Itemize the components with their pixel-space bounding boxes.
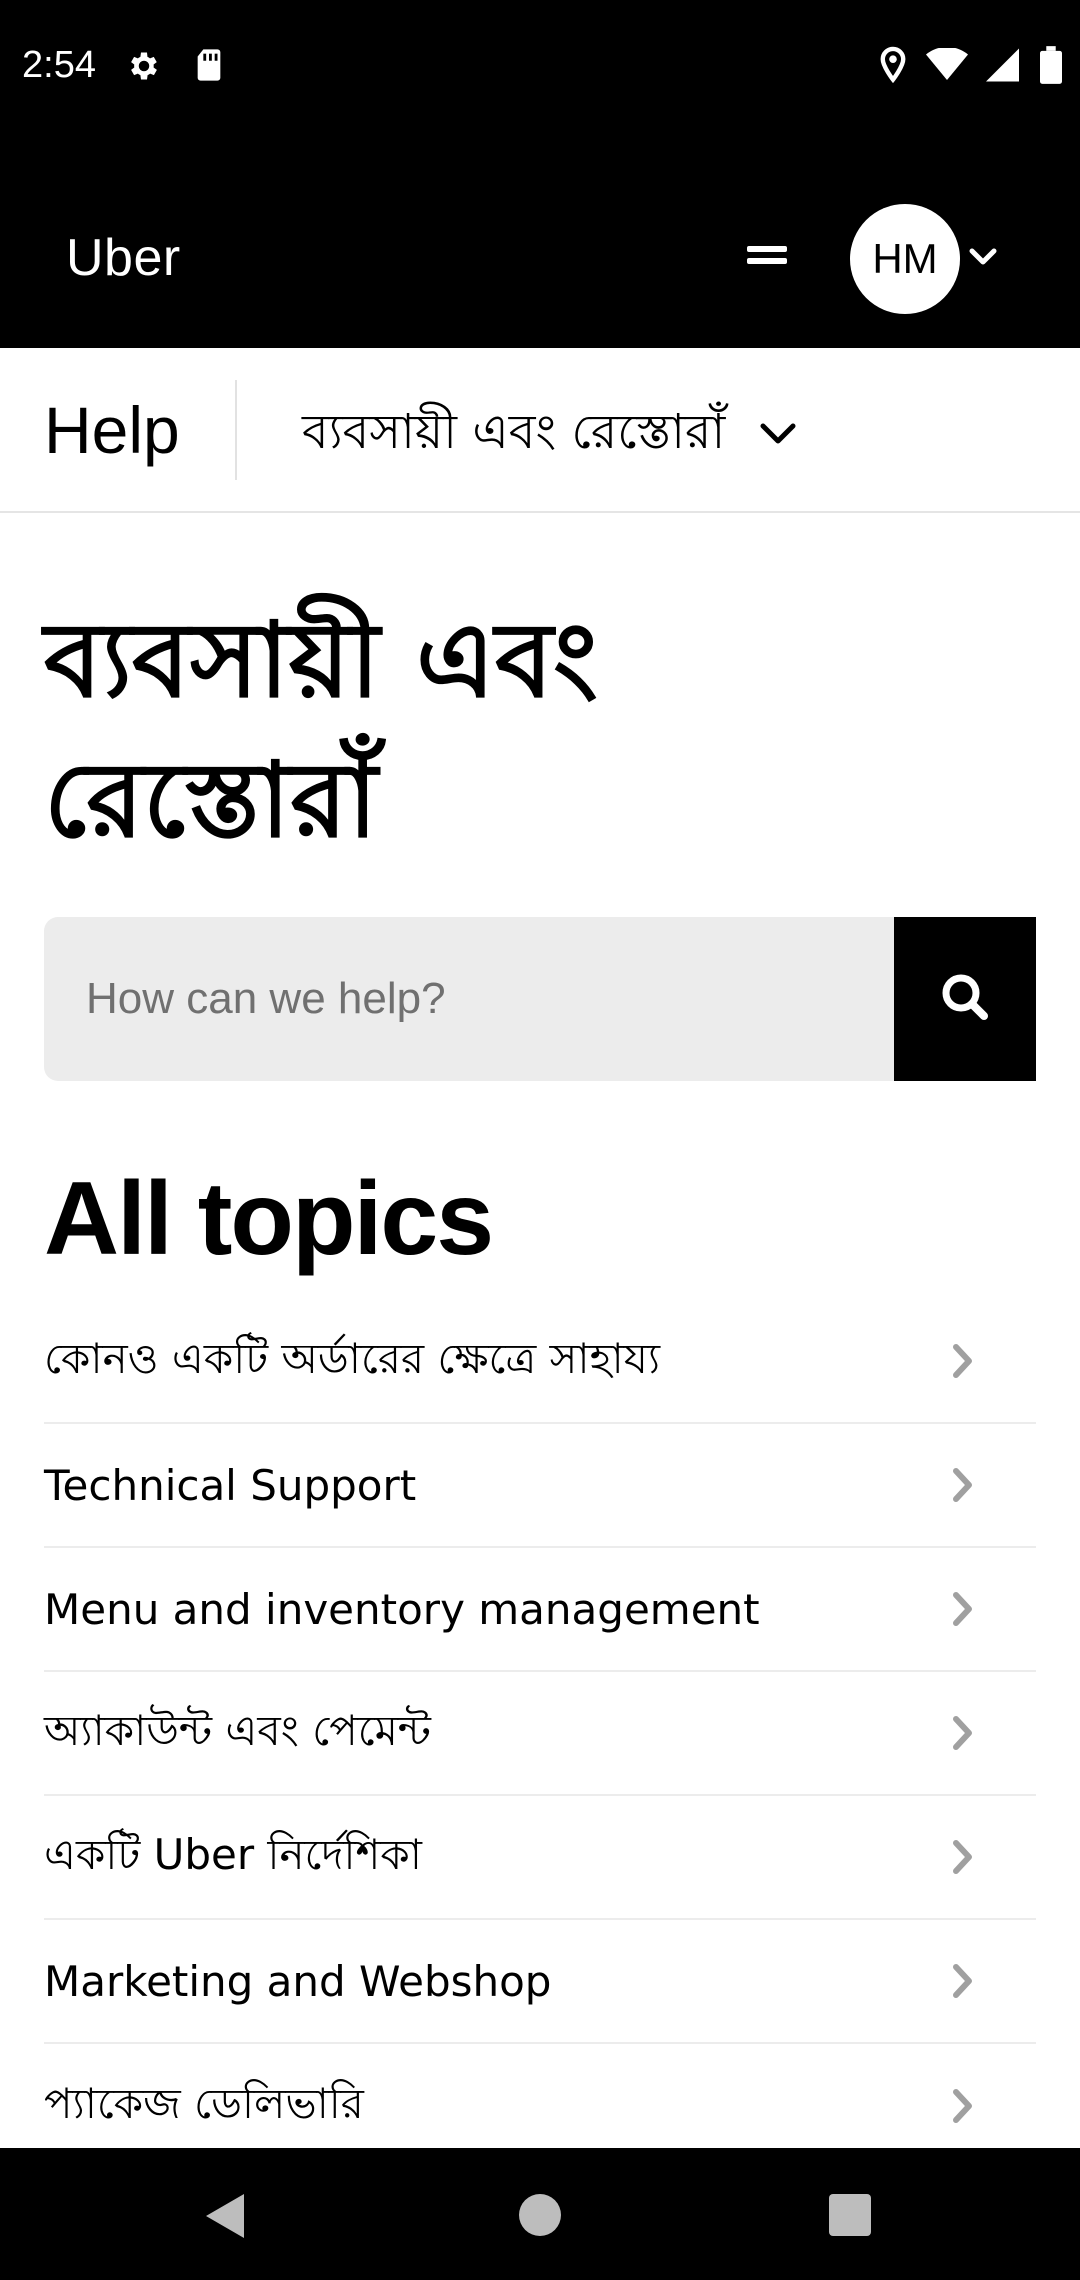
status-time: 2:54 [22, 44, 96, 86]
gear-icon [126, 48, 162, 88]
wifi-icon [926, 46, 968, 86]
back-icon[interactable] [204, 2192, 248, 2244]
page-title: ব্যবসায়ী এবং রেস্তোরাঁ [44, 599, 598, 861]
chevron-right-icon [953, 2089, 972, 2123]
help-bar: Help ব্যবসায়ী এবং রেস্তোরাঁ [0, 348, 1080, 513]
status-bar: 2:54 [0, 0, 1080, 136]
chevron-right-icon [953, 1344, 972, 1378]
chevron-right-icon [953, 1592, 972, 1626]
location-icon [878, 46, 908, 88]
topic-item[interactable]: একটি Uber নির্দেশিকা [44, 1796, 1036, 1920]
hamburger-icon-bar [747, 246, 787, 252]
divider [235, 380, 237, 480]
category-dropdown-label: ব্যবসায়ী এবং রেস্তোরাঁ [302, 404, 726, 460]
home-icon[interactable] [519, 2194, 561, 2236]
search-bar [44, 917, 1036, 1081]
avatar: HM [850, 204, 960, 314]
status-left-icons [126, 48, 224, 88]
help-title[interactable]: Help [44, 392, 180, 468]
chevron-right-icon [953, 1964, 972, 1998]
topics-heading: All topics [44, 1161, 494, 1277]
chevron-right-icon [953, 1840, 972, 1874]
topic-item[interactable]: কোনও একটি অর্ডারের ক্ষেত্রে সাহায্য [44, 1300, 1036, 1424]
category-dropdown[interactable]: ব্যবসায়ী এবং রেস্তোরাঁ [302, 396, 797, 475]
uber-logo[interactable]: Uber [66, 228, 181, 288]
topic-label: কোনও একটি অর্ডারের ক্ষেত্রে সাহায্য [44, 1333, 661, 1383]
chevron-right-icon [953, 1468, 972, 1502]
topic-label: Marketing and Webshop [44, 1956, 552, 2006]
battery-icon [1040, 46, 1062, 88]
topics-list: কোনও একটি অর্ডারের ক্ষেত্রে সাহায্য Tech… [44, 1300, 1036, 2168]
signal-icon [986, 47, 1022, 87]
chevron-down-icon [759, 422, 797, 450]
topic-item[interactable]: Marketing and Webshop [44, 1920, 1036, 2044]
search-icon [939, 971, 991, 1027]
sd-card-icon [194, 48, 224, 88]
topic-item[interactable]: Menu and inventory management [44, 1548, 1036, 1672]
search-button[interactable] [894, 917, 1036, 1081]
chevron-down-icon [968, 247, 998, 271]
menu-button[interactable] [744, 240, 790, 280]
topic-label: অ্যাকাউন্ট এবং পেমেন্ট [44, 1705, 431, 1755]
account-menu-button[interactable]: HM [850, 204, 998, 314]
topic-label: প্যাকেজ ডেলিভারি [44, 2078, 364, 2128]
search-input[interactable] [44, 917, 894, 1081]
topic-label: Menu and inventory management [44, 1584, 760, 1634]
system-nav-bar [0, 2148, 1080, 2280]
topic-item[interactable]: Technical Support [44, 1424, 1036, 1548]
status-right-icons [878, 46, 1062, 88]
hamburger-icon-bar [747, 258, 787, 264]
chevron-right-icon [953, 1716, 972, 1750]
topic-item[interactable]: অ্যাকাউন্ট এবং পেমেন্ট [44, 1672, 1036, 1796]
app-header: Uber HM [0, 136, 1080, 348]
topic-label: একটি Uber নির্দেশিকা [44, 1829, 422, 1879]
recents-icon[interactable] [829, 2194, 871, 2236]
topic-label: Technical Support [44, 1460, 417, 1510]
